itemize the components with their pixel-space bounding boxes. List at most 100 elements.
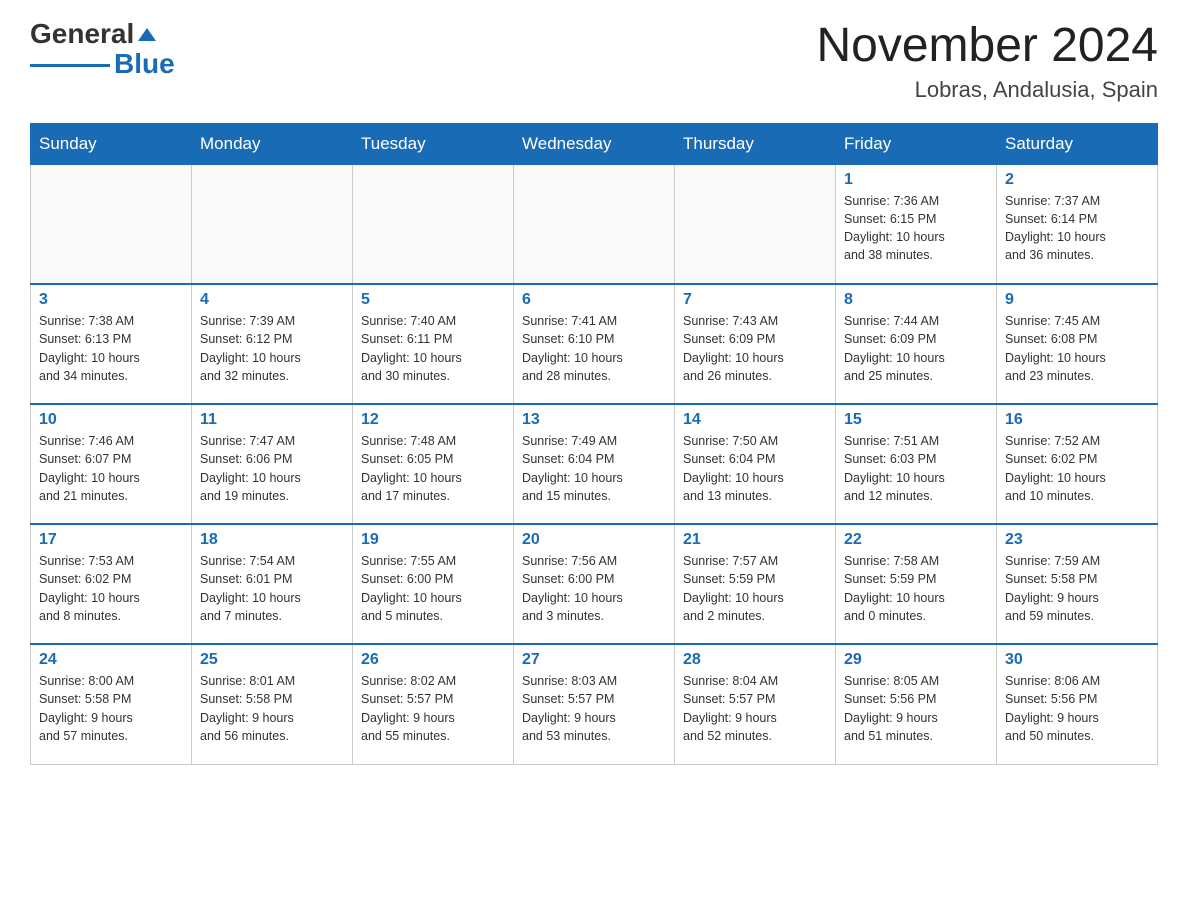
day-number: 3 [39, 291, 183, 309]
calendar-day-cell [353, 164, 514, 284]
logo-blue-text: Blue [114, 48, 175, 80]
calendar-table: SundayMondayTuesdayWednesdayThursdayFrid… [30, 123, 1158, 765]
location-subtitle: Lobras, Andalusia, Spain [816, 77, 1158, 103]
day-info: Sunrise: 8:02 AM Sunset: 5:57 PM Dayligh… [361, 672, 505, 745]
day-info: Sunrise: 7:45 AM Sunset: 6:08 PM Dayligh… [1005, 312, 1149, 385]
day-number: 26 [361, 651, 505, 669]
calendar-day-cell: 21Sunrise: 7:57 AM Sunset: 5:59 PM Dayli… [675, 524, 836, 644]
day-info: Sunrise: 7:51 AM Sunset: 6:03 PM Dayligh… [844, 432, 988, 505]
logo-general-text: General [30, 20, 134, 48]
day-info: Sunrise: 7:50 AM Sunset: 6:04 PM Dayligh… [683, 432, 827, 505]
day-number: 14 [683, 411, 827, 429]
day-number: 21 [683, 531, 827, 549]
calendar-day-cell: 30 Sunrise: 8:06 AM Sunset: 5:56 PM Dayli… [997, 644, 1158, 764]
day-info: Sunrise: 7:52 AM Sunset: 6:02 PM Dayligh… [1005, 432, 1149, 505]
calendar-day-cell: 2 Sunrise: 7:37 AM Sunset: 6:14 PM Daylig… [997, 164, 1158, 284]
day-info: Sunrise: 7:41 AM Sunset: 6:10 PM Dayligh… [522, 312, 666, 385]
day-number: 17 [39, 531, 183, 549]
calendar-day-cell: 23Sunrise: 7:59 AM Sunset: 5:58 PM Dayli… [997, 524, 1158, 644]
day-number: 1 [844, 171, 988, 189]
day-info: Sunrise: 8:01 AM Sunset: 5:58 PM Dayligh… [200, 672, 344, 745]
calendar-week-row: 3Sunrise: 7:38 AM Sunset: 6:13 PM Daylig… [31, 284, 1158, 404]
logo: General Blue [30, 20, 175, 80]
day-info: Sunrise: 7:43 AM Sunset: 6:09 PM Dayligh… [683, 312, 827, 385]
calendar-header-row: SundayMondayTuesdayWednesdayThursdayFrid… [31, 123, 1158, 164]
day-number: 20 [522, 531, 666, 549]
calendar-day-cell: 28 Sunrise: 8:04 AM Sunset: 5:57 PM Dayli… [675, 644, 836, 764]
calendar-day-cell [192, 164, 353, 284]
day-info: Sunrise: 7:46 AM Sunset: 6:07 PM Dayligh… [39, 432, 183, 505]
day-number: 19 [361, 531, 505, 549]
column-header-saturday: Saturday [997, 123, 1158, 164]
logo-line [30, 64, 110, 67]
day-number: 8 [844, 291, 988, 309]
calendar-day-cell [31, 164, 192, 284]
calendar-day-cell: 4Sunrise: 7:39 AM Sunset: 6:12 PM Daylig… [192, 284, 353, 404]
day-number: 10 [39, 411, 183, 429]
day-info: Sunrise: 7:36 AM Sunset: 6:15 PM Dayligh… [844, 192, 988, 265]
day-number: 29 [844, 651, 988, 669]
day-info: Sunrise: 7:56 AM Sunset: 6:00 PM Dayligh… [522, 552, 666, 625]
calendar-day-cell: 25 Sunrise: 8:01 AM Sunset: 5:58 PM Dayli… [192, 644, 353, 764]
calendar-day-cell: 20 Sunrise: 7:56 AM Sunset: 6:00 PM Dayli… [514, 524, 675, 644]
day-number: 7 [683, 291, 827, 309]
day-number: 15 [844, 411, 988, 429]
day-info: Sunrise: 7:58 AM Sunset: 5:59 PM Dayligh… [844, 552, 988, 625]
day-info: Sunrise: 7:48 AM Sunset: 6:05 PM Dayligh… [361, 432, 505, 505]
day-info: Sunrise: 7:53 AM Sunset: 6:02 PM Dayligh… [39, 552, 183, 625]
month-year-title: November 2024 [816, 20, 1158, 73]
column-header-thursday: Thursday [675, 123, 836, 164]
day-info: Sunrise: 8:00 AM Sunset: 5:58 PM Dayligh… [39, 672, 183, 745]
day-number: 2 [1005, 171, 1149, 189]
calendar-day-cell: 10 Sunrise: 7:46 AM Sunset: 6:07 PM Dayli… [31, 404, 192, 524]
calendar-week-row: 17 Sunrise: 7:53 AM Sunset: 6:02 PM Dayli… [31, 524, 1158, 644]
day-info: Sunrise: 7:55 AM Sunset: 6:00 PM Dayligh… [361, 552, 505, 625]
day-info: Sunrise: 7:39 AM Sunset: 6:12 PM Dayligh… [200, 312, 344, 385]
calendar-day-cell: 12Sunrise: 7:48 AM Sunset: 6:05 PM Dayli… [353, 404, 514, 524]
calendar-day-cell: 11 Sunrise: 7:47 AM Sunset: 6:06 PM Dayli… [192, 404, 353, 524]
calendar-day-cell: 26 Sunrise: 8:02 AM Sunset: 5:57 PM Dayli… [353, 644, 514, 764]
day-info: Sunrise: 7:37 AM Sunset: 6:14 PM Dayligh… [1005, 192, 1149, 265]
day-number: 22 [844, 531, 988, 549]
calendar-week-row: 1 Sunrise: 7:36 AM Sunset: 6:15 PM Daylig… [31, 164, 1158, 284]
calendar-day-cell: 7 Sunrise: 7:43 AM Sunset: 6:09 PM Daylig… [675, 284, 836, 404]
day-info: Sunrise: 7:47 AM Sunset: 6:06 PM Dayligh… [200, 432, 344, 505]
calendar-day-cell: 8Sunrise: 7:44 AM Sunset: 6:09 PM Daylig… [836, 284, 997, 404]
calendar-day-cell [514, 164, 675, 284]
day-info: Sunrise: 8:04 AM Sunset: 5:57 PM Dayligh… [683, 672, 827, 745]
calendar-week-row: 24 Sunrise: 8:00 AM Sunset: 5:58 PM Dayli… [31, 644, 1158, 764]
day-number: 24 [39, 651, 183, 669]
day-number: 6 [522, 291, 666, 309]
day-info: Sunrise: 8:06 AM Sunset: 5:56 PM Dayligh… [1005, 672, 1149, 745]
calendar-day-cell: 15 Sunrise: 7:51 AM Sunset: 6:03 PM Dayli… [836, 404, 997, 524]
calendar-day-cell: 17 Sunrise: 7:53 AM Sunset: 6:02 PM Dayli… [31, 524, 192, 644]
calendar-day-cell: 29 Sunrise: 8:05 AM Sunset: 5:56 PM Dayli… [836, 644, 997, 764]
title-block: November 2024 Lobras, Andalusia, Spain [816, 20, 1158, 103]
calendar-day-cell: 27Sunrise: 8:03 AM Sunset: 5:57 PM Dayli… [514, 644, 675, 764]
day-number: 28 [683, 651, 827, 669]
calendar-day-cell: 5Sunrise: 7:40 AM Sunset: 6:11 PM Daylig… [353, 284, 514, 404]
day-number: 11 [200, 411, 344, 429]
day-number: 9 [1005, 291, 1149, 309]
day-info: Sunrise: 8:05 AM Sunset: 5:56 PM Dayligh… [844, 672, 988, 745]
day-info: Sunrise: 7:40 AM Sunset: 6:11 PM Dayligh… [361, 312, 505, 385]
day-number: 23 [1005, 531, 1149, 549]
calendar-day-cell [675, 164, 836, 284]
calendar-day-cell: 14 Sunrise: 7:50 AM Sunset: 6:04 PM Dayli… [675, 404, 836, 524]
column-header-friday: Friday [836, 123, 997, 164]
calendar-day-cell: 19 Sunrise: 7:55 AM Sunset: 6:00 PM Dayli… [353, 524, 514, 644]
calendar-day-cell: 6 Sunrise: 7:41 AM Sunset: 6:10 PM Daylig… [514, 284, 675, 404]
calendar-day-cell: 1 Sunrise: 7:36 AM Sunset: 6:15 PM Daylig… [836, 164, 997, 284]
calendar-day-cell: 16Sunrise: 7:52 AM Sunset: 6:02 PM Dayli… [997, 404, 1158, 524]
calendar-day-cell: 3Sunrise: 7:38 AM Sunset: 6:13 PM Daylig… [31, 284, 192, 404]
column-header-wednesday: Wednesday [514, 123, 675, 164]
page-header: General Blue November 2024 Lobras, Andal… [30, 20, 1158, 103]
column-header-monday: Monday [192, 123, 353, 164]
calendar-day-cell: 13Sunrise: 7:49 AM Sunset: 6:04 PM Dayli… [514, 404, 675, 524]
calendar-day-cell: 24 Sunrise: 8:00 AM Sunset: 5:58 PM Dayli… [31, 644, 192, 764]
day-number: 30 [1005, 651, 1149, 669]
calendar-day-cell: 18Sunrise: 7:54 AM Sunset: 6:01 PM Dayli… [192, 524, 353, 644]
day-number: 25 [200, 651, 344, 669]
day-info: Sunrise: 7:54 AM Sunset: 6:01 PM Dayligh… [200, 552, 344, 625]
column-header-tuesday: Tuesday [353, 123, 514, 164]
